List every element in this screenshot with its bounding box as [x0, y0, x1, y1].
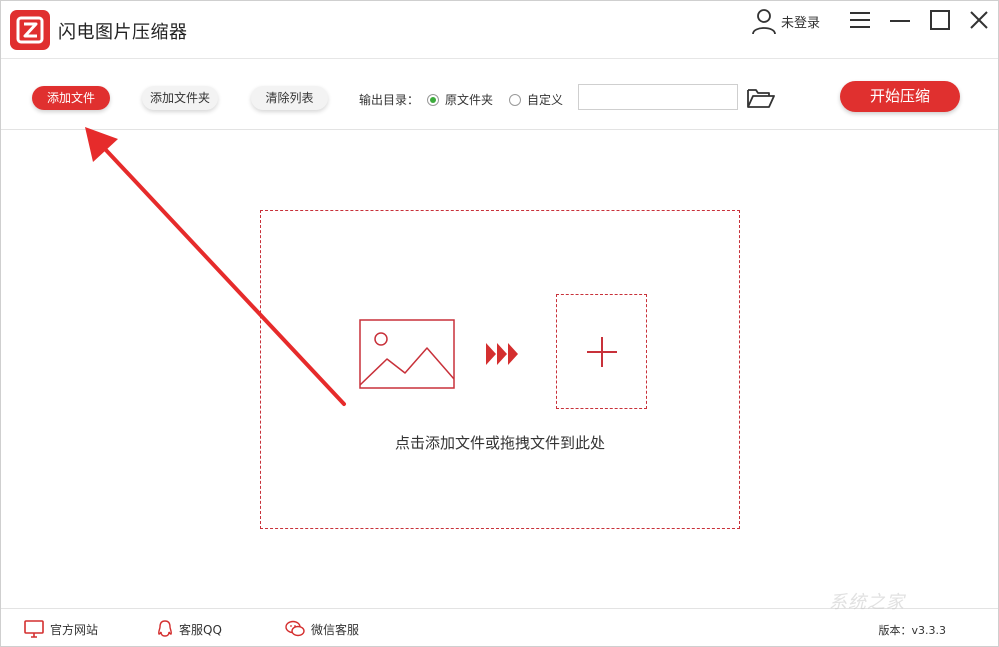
wechat-service-link[interactable]: 微信客服	[285, 620, 359, 638]
drop-zone[interactable]: 点击添加文件或拖拽文件到此处	[260, 210, 740, 529]
maximize-icon	[930, 10, 950, 30]
wechat-label: 微信客服	[311, 622, 360, 637]
qq-penguin-icon	[158, 620, 172, 637]
login-label: 未登录	[781, 15, 821, 31]
monitor-icon	[24, 620, 44, 638]
add-folder-button[interactable]: 添加文件夹	[142, 86, 218, 110]
browse-folder-button[interactable]	[746, 86, 776, 110]
minimize-icon	[890, 20, 910, 22]
title-bar: 闪电图片压缩器 未登录	[1, 1, 998, 59]
maximize-button[interactable]	[927, 7, 953, 33]
folder-open-icon	[747, 89, 775, 108]
forward-arrows-icon	[486, 343, 518, 365]
close-icon	[970, 11, 988, 29]
output-directory-label: 输出目录：	[359, 93, 420, 107]
add-file-button[interactable]: 添加文件	[32, 86, 110, 110]
customer-service-qq-link[interactable]: 客服QQ	[157, 620, 222, 638]
qq-label: 客服QQ	[179, 622, 222, 637]
plus-icon	[587, 337, 617, 367]
app-window: 闪电图片压缩器 未登录 添加文件 添加文件夹 清除列表 输出目录： 原文件夹 自…	[0, 0, 999, 647]
watermark: 系统之家	[829, 592, 905, 613]
radio-custom-label: 自定义	[527, 93, 564, 107]
drop-hint-text: 点击添加文件或拖拽文件到此处	[394, 434, 605, 452]
wechat-icon	[285, 620, 305, 637]
user-icon	[752, 9, 776, 34]
clear-list-button[interactable]: 清除列表	[251, 86, 328, 110]
close-button[interactable]	[966, 7, 992, 33]
radio-selected-icon	[427, 93, 439, 106]
minimize-button[interactable]	[887, 7, 913, 33]
login-button[interactable]: 未登录	[751, 7, 820, 35]
image-icon	[359, 319, 455, 389]
app-logo-icon	[10, 10, 50, 50]
app-title: 闪电图片压缩器	[58, 22, 188, 43]
radio-custom-folder[interactable]: 自定义	[509, 91, 563, 108]
menu-icon	[850, 12, 870, 28]
menu-button[interactable]	[847, 7, 873, 33]
official-website-link[interactable]: 官方网站	[24, 620, 98, 638]
official-website-label: 官方网站	[50, 622, 99, 637]
radio-unselected-icon	[509, 93, 521, 106]
output-path-input[interactable]	[578, 84, 738, 110]
version-label: 版本：v3.3.3	[878, 624, 947, 637]
radio-original-folder[interactable]: 原文件夹	[427, 91, 493, 108]
start-compress-button[interactable]: 开始压缩	[840, 81, 960, 112]
toolbar: 添加文件 添加文件夹 清除列表 输出目录： 原文件夹 自定义 开始压缩	[1, 60, 998, 130]
radio-original-label: 原文件夹	[445, 93, 494, 107]
add-file-box[interactable]	[556, 294, 647, 409]
